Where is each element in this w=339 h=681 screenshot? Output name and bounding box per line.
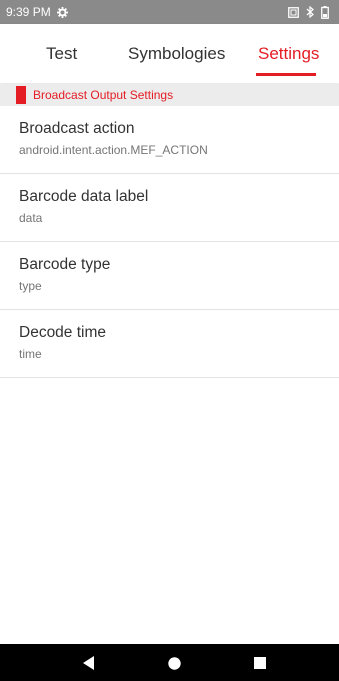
tab-bar: Test Symbologies Settings — [0, 24, 339, 83]
bluetooth-icon — [306, 6, 314, 18]
setting-value: android.intent.action.MEF_ACTION — [19, 143, 208, 157]
battery-icon — [321, 5, 329, 19]
active-tab-indicator — [256, 73, 316, 76]
setting-value: time — [19, 347, 42, 361]
section-title: Broadcast Output Settings — [33, 88, 174, 102]
back-icon[interactable] — [80, 654, 98, 672]
settings-gear-icon — [56, 6, 68, 18]
status-bar: 9:39 PM — [0, 0, 339, 24]
setting-value: data — [19, 211, 43, 225]
tab-test[interactable]: Test — [46, 44, 77, 64]
status-bar-left: 9:39 PM — [6, 5, 68, 19]
section-header: Broadcast Output Settings — [0, 84, 339, 106]
tab-symbologies[interactable]: Symbologies — [128, 44, 225, 64]
setting-title: Broadcast action — [19, 120, 135, 137]
setting-barcode-data-label[interactable]: Barcode data label data — [0, 174, 339, 242]
setting-title: Barcode data label — [19, 188, 149, 205]
recents-icon[interactable] — [251, 654, 269, 672]
setting-value: type — [19, 279, 42, 293]
setting-decode-time[interactable]: Decode time time — [0, 310, 339, 378]
navigation-bar — [0, 644, 339, 681]
setting-broadcast-action[interactable]: Broadcast action android.intent.action.M… — [0, 106, 339, 174]
setting-title: Barcode type — [19, 256, 111, 273]
tab-settings[interactable]: Settings — [258, 44, 319, 64]
home-icon[interactable] — [165, 654, 183, 672]
setting-barcode-type[interactable]: Barcode type type — [0, 242, 339, 310]
status-bar-right — [288, 5, 329, 19]
screenshot-icon — [288, 6, 299, 18]
app-screen: 9:39 PM Test Symbologies Settings Broadc… — [0, 0, 339, 681]
setting-title: Decode time — [19, 324, 107, 341]
status-time: 9:39 PM — [6, 5, 51, 19]
section-accent-bar — [16, 86, 26, 104]
